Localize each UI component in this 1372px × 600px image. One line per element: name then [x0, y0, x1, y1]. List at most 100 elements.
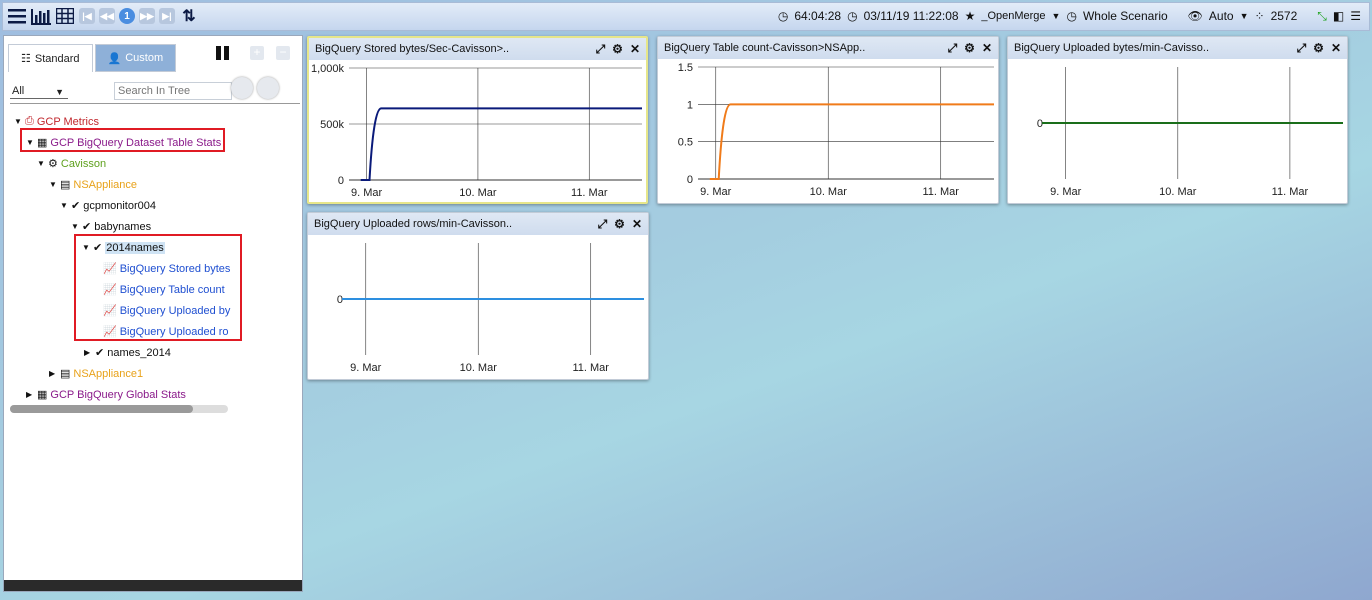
tree-panel: ☷ Standard 👤 Custom + − All ▼ ▼ ⎙ GCP Me… — [3, 35, 303, 592]
star-icon[interactable]: ★ — [965, 9, 976, 23]
scrollbar-thumb[interactable] — [10, 405, 193, 413]
spinner-icon: ⁘ — [1254, 9, 1265, 23]
caret-down-icon[interactable]: ▼ — [1240, 9, 1249, 23]
tree-node-label: Cavisson — [60, 157, 107, 170]
maximize-icon[interactable]: ⤢ — [1297, 41, 1307, 56]
caret-down-icon[interactable]: ▼ — [37, 159, 45, 168]
layout-icon[interactable]: ◧ — [1333, 9, 1344, 23]
sort-icon[interactable]: ⇅ — [179, 6, 199, 26]
close-icon[interactable]: ✕ — [630, 42, 640, 56]
y-tick-label: 0 — [338, 175, 344, 187]
x-tick-label: 10. Mar — [1159, 186, 1197, 198]
caret-right-icon[interactable]: ▶ — [84, 348, 92, 357]
gear-icon[interactable]: ⚙ — [614, 217, 625, 231]
panel-header: BigQuery Table count-Cavisson>NSApp.. ⤢ ⚙… — [658, 37, 998, 59]
prev-page-icon[interactable]: ◀◀ — [99, 8, 115, 24]
scenario-label[interactable]: Whole Scenario — [1083, 9, 1168, 23]
tree-node-names-2014[interactable]: ▶ ✔ names_2014 — [84, 342, 171, 363]
horizontal-scrollbar[interactable] — [10, 405, 228, 413]
favorite-dropdown[interactable]: _OpenMerge — [981, 10, 1045, 22]
maximize-icon[interactable]: ⤢ — [948, 41, 958, 56]
close-icon[interactable]: ✕ — [1331, 41, 1341, 55]
clock-icon: ◷ — [777, 9, 789, 23]
tab-standard-label: Standard — [34, 52, 80, 65]
caret-right-icon[interactable]: ▶ — [26, 390, 34, 399]
tree-node-cavisson[interactable]: ▼ ⚙ Cavisson — [37, 153, 106, 174]
refresh-icon[interactable] — [257, 77, 279, 99]
y-tick-label: 0 — [687, 174, 693, 186]
x-tick-label: 11. Mar — [1272, 186, 1309, 198]
tree-filter-select[interactable]: All ▼ — [10, 81, 68, 99]
panel-title: BigQuery Stored bytes/Sec-Cavisson>.. — [315, 43, 510, 55]
highlight-box — [74, 234, 242, 341]
caret-down-icon[interactable]: ▼ — [14, 117, 22, 126]
panel-title: BigQuery Uploaded bytes/min-Cavisso.. — [1014, 42, 1210, 54]
x-tick-label: 10. Mar — [459, 187, 497, 199]
x-tick-label: 9. Mar — [351, 187, 383, 199]
view-mode-dropdown[interactable]: Auto — [1209, 9, 1234, 23]
eye-icon: 👁 — [1187, 9, 1203, 23]
divider — [10, 103, 300, 104]
x-tick-label: 11. Mar — [572, 362, 609, 374]
list-icon[interactable]: ☰ — [1350, 9, 1361, 23]
elapsed-time: 64:04:28 — [794, 9, 842, 23]
y-tick-label: 0.5 — [678, 137, 693, 149]
caret-down-icon[interactable]: ▼ — [49, 180, 57, 189]
caret-right-icon[interactable]: ▶ — [49, 369, 57, 378]
graph-panel[interactable]: BigQuery Uploaded rows/min-Cavisson.. ⤢ ⚙… — [307, 212, 649, 380]
add-user-icon: 👤 — [107, 52, 122, 65]
server-icon: ▤ — [60, 368, 71, 380]
y-tick-label: 500k — [320, 119, 344, 131]
clock-icon: ◷ — [1066, 9, 1077, 23]
gear-icon[interactable]: ⚙ — [1313, 41, 1324, 55]
y-tick-label: 1,000k — [311, 63, 345, 75]
menu-icon[interactable] — [7, 6, 27, 26]
tree-node-nsappliance[interactable]: ▼ ▤ NSAppliance — [49, 174, 137, 195]
toolbar-right: ◷ 64:04:28 ◷ 03/11/19 11:22:08 ★ _OpenMe… — [778, 9, 1361, 23]
next-page-icon[interactable]: ▶▶ — [139, 8, 155, 24]
close-icon[interactable]: ✕ — [982, 41, 992, 55]
expand-icon[interactable]: + — [250, 46, 264, 60]
current-datetime: 03/11/19 11:22:08 — [863, 9, 959, 23]
caret-down-icon[interactable]: ▼ — [1052, 9, 1061, 23]
tree-node-gcpmonitor004[interactable]: ▼ ✔ gcpmonitor004 — [60, 195, 156, 216]
tree-node-label: babynames — [94, 220, 152, 233]
search-icon[interactable] — [231, 77, 253, 99]
server-icon: ▤ — [60, 179, 71, 191]
caret-down-icon[interactable]: ▼ — [60, 201, 68, 210]
tab-standard[interactable]: ☷ Standard — [8, 44, 93, 72]
first-page-icon[interactable]: |◀ — [79, 8, 95, 24]
tree-node-label: gcpmonitor004 — [83, 199, 156, 212]
collapse-arrows-icon[interactable]: ⤡ — [1317, 9, 1327, 23]
tree-node-global-stats[interactable]: ▶ ▦ GCP BigQuery Global Stats — [26, 384, 186, 405]
gear-icon[interactable]: ⚙ — [964, 41, 975, 55]
gear-icon[interactable]: ⚙ — [612, 42, 623, 56]
grid-icon[interactable] — [55, 6, 75, 26]
pause-icon[interactable] — [216, 46, 230, 60]
tab-custom-label: Custom — [125, 52, 164, 64]
line-chart: 09. Mar 10. Mar 11. Mar — [1037, 67, 1343, 198]
bar-chart-icon[interactable] — [31, 6, 51, 26]
clock-icon: ◷ — [847, 9, 858, 23]
tree-tabs: ☷ Standard 👤 Custom — [8, 44, 177, 72]
x-tick-label: 9. Mar — [1050, 186, 1082, 198]
check-icon: ✔ — [95, 347, 105, 359]
last-page-icon[interactable]: ▶| — [159, 8, 175, 24]
caret-down-icon[interactable]: ▼ — [71, 222, 79, 231]
page-number[interactable]: 1 — [119, 8, 135, 24]
tree-node-label: names_2014 — [107, 346, 171, 359]
graph-panel[interactable]: BigQuery Uploaded bytes/min-Cavisso.. ⤢ ⚙… — [1007, 36, 1348, 204]
collapse-icon[interactable]: − — [276, 46, 290, 60]
graph-panel[interactable]: BigQuery Stored bytes/Sec-Cavisson>.. ⤢ ⚙… — [307, 36, 648, 204]
line-chart: 1,000k 500k 0 9. Mar 10. Mar 11. Mar — [311, 63, 642, 199]
maximize-icon[interactable]: ⤢ — [596, 42, 606, 57]
x-tick-label: 11. Mar — [571, 187, 608, 199]
close-icon[interactable]: ✕ — [632, 217, 642, 231]
tree-filter-value: All — [12, 85, 25, 97]
maximize-icon[interactable]: ⤢ — [598, 217, 608, 232]
list-icon: ☷ — [21, 53, 31, 65]
tree-search-input[interactable] — [114, 82, 232, 100]
tree-node-nsappliance1[interactable]: ▶ ▤ NSAppliance1 — [49, 363, 143, 384]
tab-custom[interactable]: 👤 Custom — [94, 44, 177, 72]
graph-panel[interactable]: BigQuery Table count-Cavisson>NSApp.. ⤢ ⚙… — [657, 36, 999, 204]
